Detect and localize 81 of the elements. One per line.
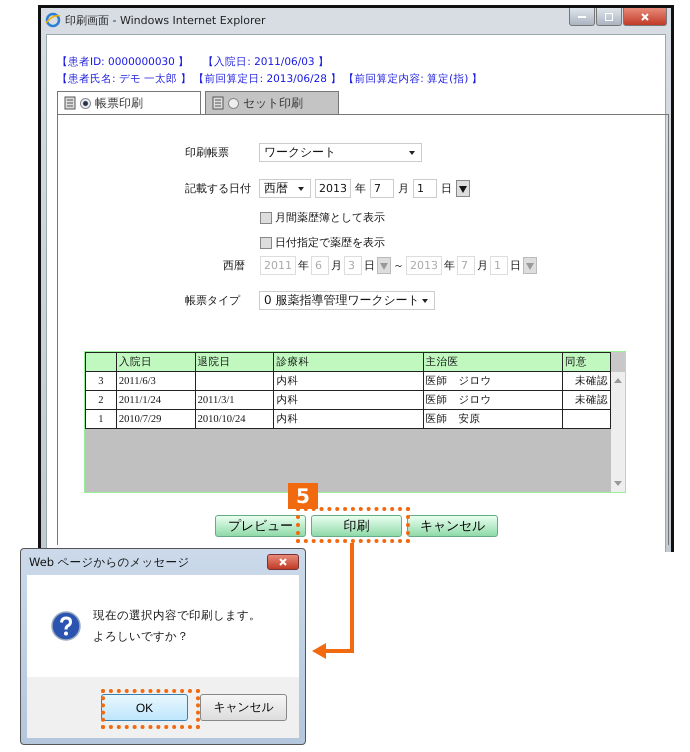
- table-cell: 2: [86, 390, 116, 410]
- table-cell: 未確認: [562, 390, 610, 410]
- table-cell: 3: [86, 372, 116, 390]
- date-unit: 年: [444, 258, 455, 273]
- table-cell: 内科: [274, 410, 424, 428]
- table-cell: 内科: [274, 372, 424, 390]
- action-button[interactable]: プレビュー: [215, 515, 306, 537]
- table-cell: 1: [86, 410, 116, 428]
- caret-icon: [380, 262, 388, 270]
- date-input[interactable]: 2013: [315, 179, 351, 198]
- column-header: 入院日: [116, 352, 196, 372]
- checkbox[interactable]: [260, 212, 272, 224]
- table-cell: 2011/6/3: [116, 372, 196, 390]
- action-button[interactable]: キャンセル: [407, 515, 498, 537]
- checkbox-label: 月間薬歴簿として表示: [275, 210, 385, 225]
- date-unit: 日: [364, 258, 375, 273]
- dialog-button[interactable]: キャンセル: [200, 694, 287, 721]
- patient-info-text: 【前回算定内容: 算定(指) 】: [343, 72, 483, 86]
- table-cell: 内科: [274, 390, 424, 410]
- column-header: 主治医: [423, 352, 563, 372]
- date-unit: 月: [331, 258, 342, 273]
- table-cell: 未確認: [562, 372, 610, 390]
- dialog-message: よろしいですか？: [93, 629, 190, 644]
- scroll-up-icon[interactable]: [614, 378, 622, 383]
- date-unit: 月: [398, 181, 409, 196]
- patient-info-text: 【患者氏名: デモ 一太郎 】: [57, 72, 192, 86]
- checkbox[interactable]: [260, 236, 272, 248]
- column-header: 退院日: [195, 352, 274, 372]
- date-unit: 年: [298, 258, 309, 273]
- minimize-icon: [578, 16, 586, 18]
- calendar-button[interactable]: [456, 180, 470, 197]
- table-cell: 医師 ジロウ: [423, 372, 563, 390]
- table-cell: 2011/3/1: [195, 390, 274, 410]
- report-dropdown[interactable]: ワークシート: [259, 143, 422, 162]
- caret-icon: [459, 184, 467, 192]
- document-icon: [64, 96, 76, 110]
- date-unit: 日: [441, 181, 452, 196]
- field-label: 西暦: [223, 258, 246, 273]
- type-dropdown[interactable]: 0 服薬指導管理ワークシート: [259, 291, 435, 310]
- step-badge: 5: [288, 483, 318, 509]
- column-header: 診療科: [274, 352, 424, 372]
- table-cell: 2010/10/24: [195, 410, 274, 428]
- patient-info-text: 【患者ID: 0000000030 】: [57, 54, 190, 68]
- date-input[interactable]: 7: [370, 179, 394, 198]
- field-label: 記載する日付: [185, 181, 252, 196]
- date-input[interactable]: 1: [413, 179, 437, 198]
- close-button[interactable]: [267, 554, 299, 570]
- close-button[interactable]: [623, 8, 667, 26]
- date-unit: 日: [510, 258, 521, 273]
- action-button[interactable]: 印刷: [311, 515, 402, 537]
- caret-icon: [526, 262, 534, 270]
- table-cell: 2011/1/24: [116, 390, 196, 410]
- maximize-icon: [604, 12, 614, 22]
- date-unit: 年: [355, 181, 366, 196]
- close-icon: [640, 12, 650, 22]
- browser-logo-icon: [45, 12, 61, 28]
- scroll-down-icon[interactable]: [614, 481, 622, 486]
- question-icon: [51, 611, 81, 641]
- field-label: 帳票タイプ: [185, 293, 242, 308]
- era-dropdown[interactable]: 西暦: [259, 179, 311, 198]
- tab[interactable]: 帳票印刷: [57, 91, 201, 114]
- scrollbar[interactable]: [611, 352, 625, 492]
- checkbox-label: 日付指定で薬歴を表示: [275, 235, 385, 250]
- table-cell: 2010/7/29: [116, 410, 196, 428]
- tab[interactable]: セット印刷: [205, 91, 339, 114]
- table-cell: 医師 安原: [423, 410, 563, 428]
- patient-info-text: 【前回算定日: 2013/06/28 】: [194, 72, 342, 86]
- maximize-button[interactable]: [596, 8, 622, 26]
- dialog-message: 現在の選択内容で印刷します。: [93, 608, 261, 623]
- dialog-title: Web ページからのメッセージ: [29, 554, 190, 570]
- field-label: 印刷帳票: [185, 145, 230, 160]
- close-icon: [278, 557, 288, 567]
- table-cell: 医師 ジロウ: [423, 390, 563, 410]
- window-title: 印刷画面 - Windows Internet Explorer: [65, 12, 266, 28]
- date-unit: 月: [477, 258, 488, 273]
- dialog-button[interactable]: OK: [101, 694, 188, 721]
- document-icon: [212, 96, 224, 110]
- patient-info-text: 【入院日: 2011/06/03 】: [203, 54, 329, 68]
- minimize-button[interactable]: [569, 8, 595, 26]
- column-header: 同意: [562, 352, 610, 372]
- range-separator: ～: [393, 258, 404, 273]
